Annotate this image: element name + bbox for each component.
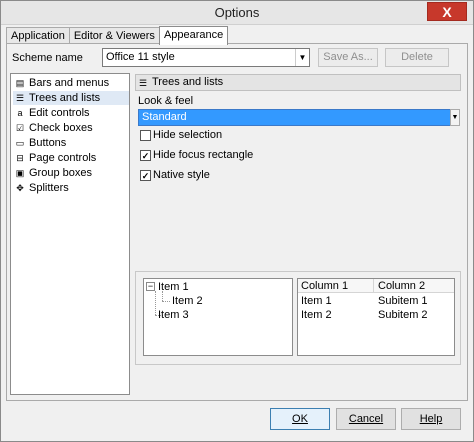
list-header: Column 1 Column 2 [298,279,454,293]
nav-item-splitters[interactable]: ✥ Splitters [13,181,129,195]
nav-item-bars-and-menus[interactable]: ▤ Bars and menus [13,76,129,90]
hide-selection-label: Hide selection [153,129,223,141]
tree-item[interactable]: Item 1 [158,281,189,293]
section-title: Trees and lists [152,76,224,88]
ok-button[interactable]: OK [270,408,330,430]
tab-application[interactable]: Application [6,27,70,44]
nav-item-group-boxes[interactable]: ▣ Group boxes [13,166,129,180]
delete-button[interactable]: Delete [385,48,449,67]
nav-item-page-controls[interactable]: ⊟ Page controls [13,151,129,165]
hide-focus-rectangle-label: Hide focus rectangle [153,149,254,161]
scheme-name-value: Office 11 style [106,51,175,63]
nav-item-buttons[interactable]: ▭ Buttons [13,136,129,150]
preview-list[interactable]: Column 1 Column 2 Item 1 Subitem 1 Item … [297,278,455,356]
checkbox-icon: ☑ [15,123,25,133]
column-divider[interactable] [373,279,374,293]
edit-control-icon: a [17,108,23,118]
nav-item-label: Trees and lists [29,92,101,104]
nav-item-trees-and-lists[interactable]: ☰ Trees and lists [13,91,129,105]
splitter-icon: ✥ [16,183,24,193]
nav-item-label: Bars and menus [29,77,110,89]
nav-item-label: Page controls [29,152,97,164]
look-and-feel-combo[interactable]: Standard ▼ [138,109,460,126]
category-tree: ▤ Bars and menus ☰ Trees and lists a Edi… [10,73,130,395]
save-as-button[interactable]: Save As... [318,48,378,67]
nav-item-label: Buttons [29,137,67,149]
list-cell: Subitem 2 [378,309,428,321]
nav-item-edit-controls[interactable]: a Edit controls [13,106,129,120]
look-and-feel-value: Standard [142,111,187,123]
tree-list-icon: ☰ [15,93,25,103]
tree-connector [162,301,170,302]
look-and-feel-label: Look & feel [138,95,194,107]
nav-item-check-boxes[interactable]: ☑ Check boxes [13,121,129,135]
section-header: ☰ Trees and lists [135,74,461,91]
checkbox-empty-icon[interactable] [140,130,151,141]
title-bar: Options X [1,1,473,25]
help-button[interactable]: Help [401,408,461,430]
nav-item-label: Splitters [29,182,69,194]
preview-tree[interactable]: − Item 1 Item 2 Item 3 [143,278,293,356]
close-button[interactable]: X [427,2,467,21]
page-control-icon: ⊟ [16,153,24,163]
chevron-down-icon[interactable]: ▼ [295,49,309,66]
column-header[interactable]: Column 1 [301,280,348,292]
native-style-label: Native style [153,169,210,181]
tree-item[interactable]: Item 3 [158,309,189,321]
cancel-button[interactable]: Cancel [336,408,396,430]
scheme-name-combo[interactable]: Office 11 style ▼ [102,48,310,67]
nav-item-label: Check boxes [29,122,93,134]
nav-item-label: Edit controls [29,107,90,119]
tab-appearance[interactable]: Appearance [158,26,229,45]
collapse-icon[interactable]: − [146,282,155,291]
list-cell[interactable]: Item 2 [301,309,332,321]
list-cell: Subitem 1 [378,295,428,307]
checkmark-icon[interactable]: ✓ [140,150,151,161]
tab-strip: Application Editor & Viewers Appearance [6,26,229,45]
checkmark-icon[interactable]: ✓ [140,170,151,181]
tab-editor-viewers[interactable]: Editor & Viewers [68,27,160,44]
button-icon: ▭ [15,138,25,148]
tree-list-icon: ☰ [139,78,148,88]
scheme-name-label: Scheme name [12,52,83,64]
chevron-down-icon[interactable]: ▼ [450,109,460,126]
tree-connector [155,291,156,315]
toolbar-icon: ▤ [15,78,25,88]
list-cell[interactable]: Item 1 [301,295,332,307]
group-box-icon: ▣ [15,168,25,178]
nav-item-label: Group boxes [29,167,92,179]
window-title: Options [214,5,260,20]
tree-item[interactable]: Item 2 [172,295,203,307]
column-header[interactable]: Column 2 [378,280,425,292]
